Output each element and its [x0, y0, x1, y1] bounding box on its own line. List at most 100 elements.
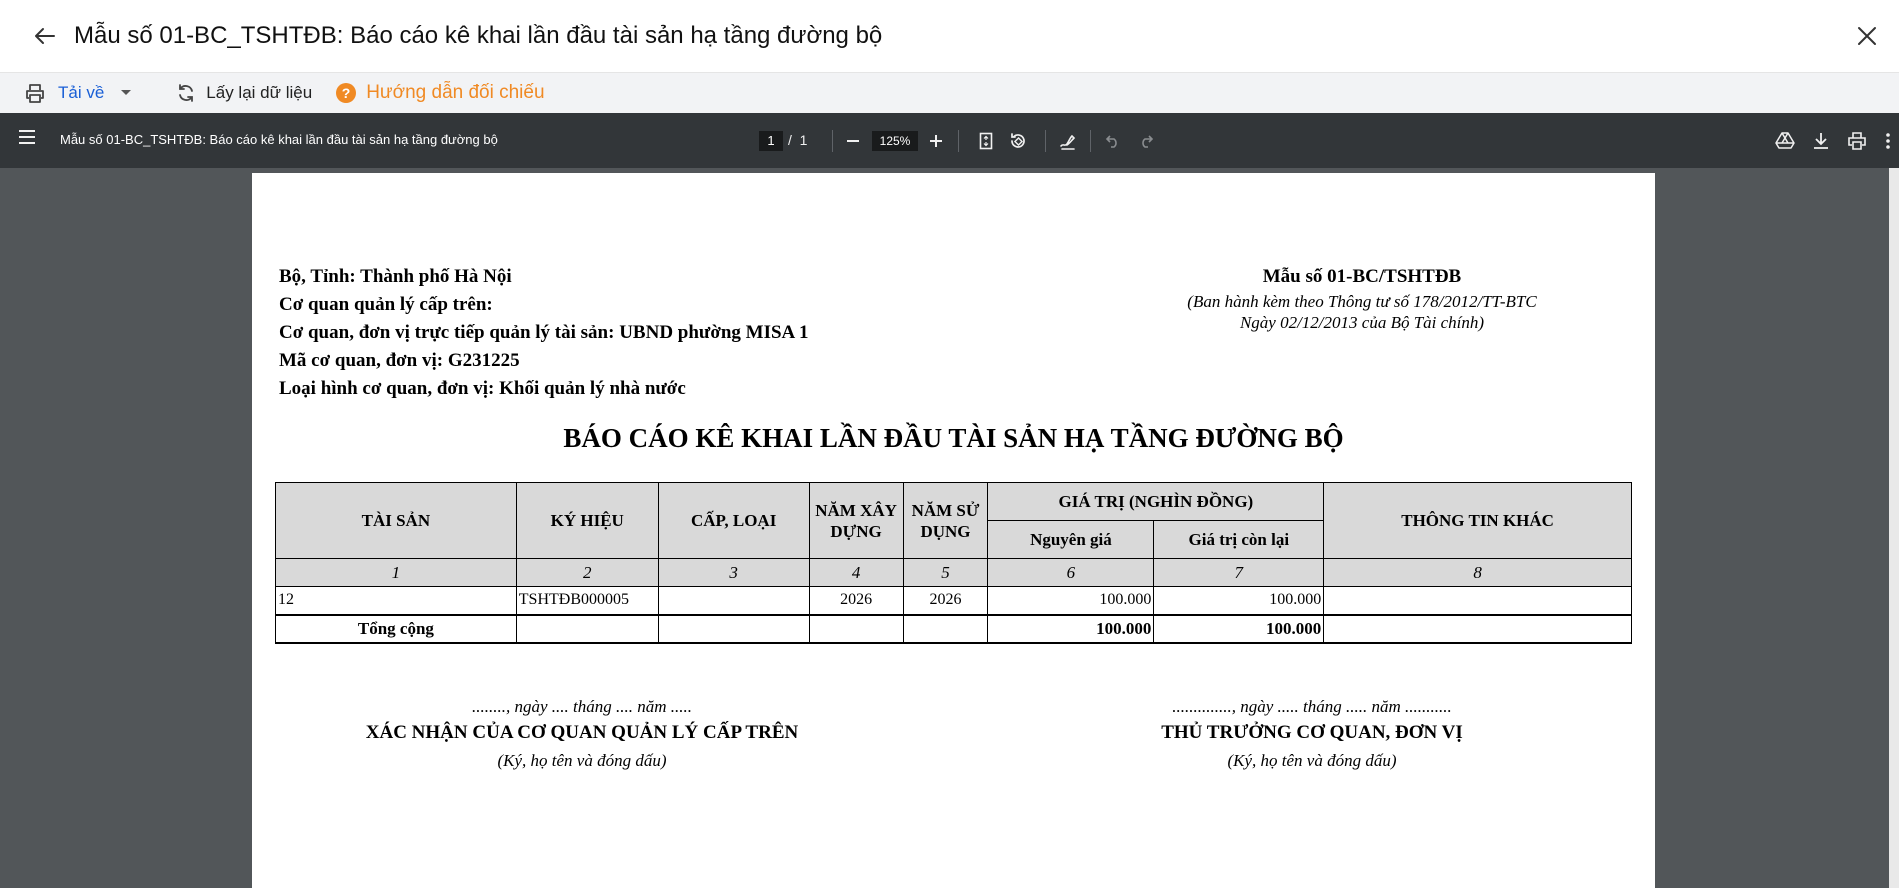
- download-label: Tải về: [58, 83, 105, 102]
- total-row: Tổng cộng 100.000 100.000: [275, 613, 1632, 644]
- cell-year-used: 2026: [902, 586, 989, 615]
- reconcile-guide-label: Hướng dẫn đối chiếu: [366, 82, 545, 103]
- download-icon: [1814, 133, 1828, 149]
- redo-icon: [1142, 135, 1154, 148]
- fit-page-button[interactable]: [973, 128, 999, 154]
- pdf-toolbar: Mẫu số 01-BC_TSHTĐB: Báo cáo kê khai lần…: [0, 113, 1899, 168]
- cell-year-built: 2026: [808, 586, 904, 615]
- column-index: 7: [1153, 558, 1325, 587]
- table-header-row: TÀI SẢN KÝ HIỆU CẤP, LOẠI NĂM XÂY DỰNG N…: [275, 482, 1632, 559]
- svg-text:?: ?: [342, 85, 351, 101]
- cell-code: TSHTĐB000005: [515, 586, 659, 615]
- signature-role: XÁC NHẬN CỦA CƠ QUAN QUẢN LÝ CẤP TRÊN: [365, 722, 799, 743]
- undo-button[interactable]: [1100, 128, 1126, 154]
- managing-unit-line: Cơ quan, đơn vị trực tiếp quản lý tài sả…: [279, 322, 809, 343]
- form-issued-date: Ngày 02/12/2013 của Bộ Tài chính): [1239, 313, 1485, 332]
- total-remaining-value: 100.000: [1153, 613, 1325, 644]
- print-icon: [1848, 132, 1866, 150]
- dialog-header: Mẫu số 01-BC_TSHTĐB: Báo cáo kê khai lần…: [0, 0, 1899, 73]
- total-empty-cell: [657, 613, 810, 644]
- col-header-other-info: THÔNG TIN KHÁC: [1323, 482, 1632, 559]
- page-number-input[interactable]: 1: [759, 131, 783, 151]
- col-header-year-used: NĂM SỬ DỤNG: [902, 482, 989, 559]
- download-pdf-button[interactable]: [1808, 128, 1834, 154]
- column-index: 4: [808, 558, 904, 587]
- form-reference: Mẫu số 01-BC/TSHTĐB (Ban hành kèm theo T…: [1172, 263, 1552, 333]
- col-header-asset: TÀI SẢN: [275, 482, 517, 559]
- pdf-document-title: Mẫu số 01-BC_TSHTĐB: Báo cáo kê khai lần…: [60, 132, 498, 147]
- dialog-title: Mẫu số 01-BC_TSHTĐB: Báo cáo kê khai lần…: [74, 22, 883, 49]
- col-header-grade: CẤP, LOẠI: [657, 482, 810, 559]
- total-empty-cell: [515, 613, 659, 644]
- column-index: 3: [657, 558, 810, 587]
- total-label: Tổng cộng: [275, 613, 517, 644]
- unit-code-line: Mã cơ quan, đơn vị: G231225: [279, 350, 520, 371]
- refresh-icon: [179, 84, 194, 102]
- printer-icon: [26, 84, 44, 103]
- page-count: / 1: [788, 132, 807, 148]
- pdf-viewport[interactable]: Bộ, Tỉnh: Thành phố Hà Nội Cơ quan quản …: [0, 168, 1899, 888]
- zoom-out-button[interactable]: [840, 128, 866, 154]
- signature-head: .............., ngày ..... tháng ..... n…: [1062, 695, 1562, 775]
- annotate-button[interactable]: [1055, 128, 1081, 154]
- action-bar: Tải về Lấy lại dữ liệu ? Hướng dẫn đối c…: [0, 73, 1899, 113]
- report-title: BÁO CÁO KÊ KHAI LẦN ĐẦU TÀI SẢN HẠ TẦNG …: [563, 423, 1344, 453]
- refresh-data-label: Lấy lại dữ liệu: [206, 83, 313, 102]
- column-index: 1: [275, 558, 517, 587]
- column-index: 6: [987, 558, 1155, 587]
- column-index: 8: [1323, 558, 1632, 587]
- superior-agency-line: Cơ quan quản lý cấp trên:: [279, 294, 493, 315]
- total-pages: 1: [799, 132, 808, 148]
- more-actions-button[interactable]: [1880, 128, 1896, 154]
- col-header-year-built: NĂM XÂY DỰNG: [808, 482, 904, 559]
- col-header-remaining-value: Giá trị còn lại: [1153, 520, 1325, 559]
- cell-asset: 12: [275, 586, 517, 615]
- print-pdf-button[interactable]: [1844, 128, 1870, 154]
- refresh-data-button[interactable]: Lấy lại dữ liệu: [176, 73, 312, 113]
- signature-role: THỦ TRƯỞNG CƠ QUAN, ĐƠN VỊ: [1161, 722, 1463, 743]
- arrow-left-icon: [35, 28, 55, 44]
- back-button[interactable]: [24, 16, 64, 56]
- help-icon: ?: [336, 83, 357, 103]
- cell-grade: [657, 586, 810, 615]
- col-header-original-cost: Nguyên giá: [987, 520, 1155, 559]
- download-button[interactable]: Tải về: [24, 73, 132, 113]
- save-to-drive-button[interactable]: [1772, 128, 1798, 154]
- reconcile-guide-link[interactable]: ? Hướng dẫn đối chiếu: [336, 73, 545, 113]
- viewport-scrollbar[interactable]: [1889, 168, 1899, 888]
- signature-date-line: ........, ngày .... tháng .... năm .....: [471, 697, 693, 716]
- cell-other-info: [1323, 586, 1632, 615]
- toolbar-divider: [1045, 130, 1046, 152]
- close-icon: [1858, 27, 1876, 45]
- col-header-code: KÝ HIỆU: [515, 482, 659, 559]
- signature-hint: (Ký, họ tên và đóng dấu): [1227, 751, 1397, 770]
- signature-date-line: .............., ngày ..... tháng ..... n…: [1172, 697, 1452, 716]
- undo-icon: [1105, 135, 1117, 148]
- ministry-province-line: Bộ, Tỉnh: Thành phố Hà Nội: [279, 266, 512, 287]
- toolbar-divider: [832, 130, 833, 152]
- zoom-level-input[interactable]: 125%: [872, 131, 918, 151]
- toolbar-divider: [958, 130, 959, 152]
- drive-icon: [1775, 132, 1795, 149]
- plus-icon: [930, 135, 942, 147]
- menu-button[interactable]: [18, 130, 36, 149]
- signature-superior: ........, ngày .... tháng .... năm .....…: [292, 695, 872, 775]
- column-index-row: 1 2 3 4 5 6 7 8: [275, 558, 1632, 587]
- fit-page-icon: [979, 132, 993, 150]
- chevron-down-icon[interactable]: [120, 89, 132, 97]
- total-empty-cell: [902, 613, 989, 644]
- zoom-in-button[interactable]: [923, 128, 949, 154]
- rotate-icon: [1011, 133, 1025, 148]
- rotate-button[interactable]: [1005, 128, 1031, 154]
- column-index: 2: [515, 558, 659, 587]
- signature-hint: (Ký, họ tên và đóng dấu): [497, 751, 667, 770]
- total-empty-cell: [808, 613, 904, 644]
- close-button[interactable]: [1849, 18, 1885, 54]
- col-header-value-group: GIÁ TRỊ (NGHÌN ĐỒNG): [987, 482, 1325, 521]
- redo-button[interactable]: [1133, 128, 1159, 154]
- minus-icon: [847, 140, 859, 142]
- page-separator: /: [788, 132, 792, 148]
- agency-info: Bộ, Tỉnh: Thành phố Hà Nội Cơ quan quản …: [279, 263, 808, 403]
- pen-icon: [1060, 134, 1076, 150]
- total-empty-cell: [1323, 613, 1632, 644]
